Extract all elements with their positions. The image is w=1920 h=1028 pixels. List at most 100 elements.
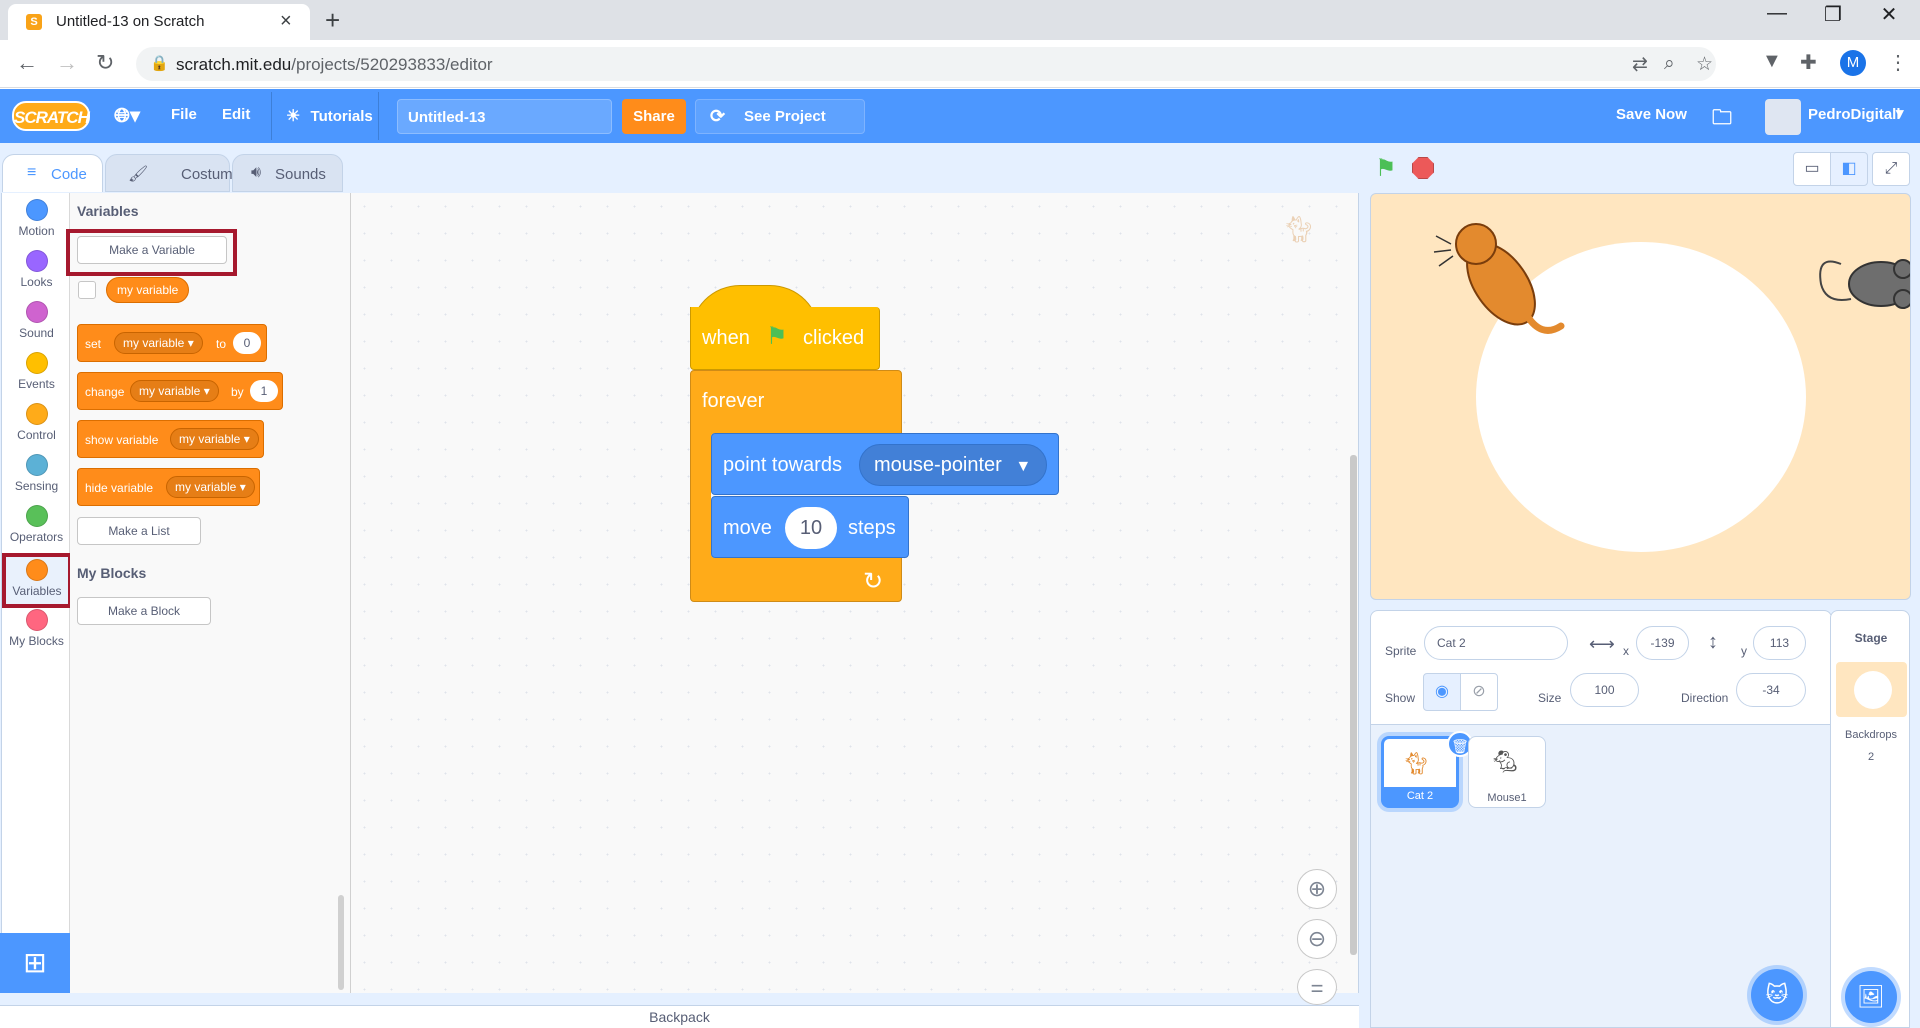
when-flag-clicked-hat-block[interactable]: when ⚑ clicked bbox=[690, 285, 880, 375]
set-variable-block[interactable]: set my variable ▾ to 0 bbox=[77, 324, 267, 362]
restore-window-icon[interactable]: ❐ bbox=[1810, 2, 1856, 27]
project-title-input[interactable]: Untitled-13 bbox=[397, 99, 612, 134]
address-bar[interactable]: 🔒 scratch.mit.edu/projects/520293833/edi… bbox=[136, 47, 1716, 81]
tab-code[interactable]: ≡ Code bbox=[2, 154, 103, 192]
menu-file[interactable]: File bbox=[171, 106, 197, 123]
looks-dot-icon bbox=[25, 250, 48, 272]
backdrops-count: 2 bbox=[1867, 751, 1875, 763]
extension-icon[interactable]: ▼ bbox=[1762, 50, 1782, 73]
category-label: Control bbox=[17, 428, 56, 442]
tab-sounds[interactable]: 🔊︎ Sounds bbox=[232, 154, 343, 192]
category-motion[interactable]: Motion bbox=[2, 193, 71, 245]
backpack-bar[interactable]: Backpack bbox=[0, 1005, 1359, 1028]
translate-icon[interactable]: ⇄ bbox=[1632, 53, 1648, 76]
clicked-label: clicked bbox=[803, 327, 865, 349]
show-variable-dropdown[interactable]: my variable ▾ bbox=[170, 428, 259, 450]
reload-icon[interactable]: ↻ bbox=[96, 50, 114, 76]
my-stuff-folder-icon[interactable]: 🗀 bbox=[1712, 103, 1732, 137]
move-steps-input[interactable]: 10 bbox=[785, 507, 837, 549]
category-control[interactable]: Control bbox=[2, 397, 71, 449]
size-label: Size bbox=[1538, 691, 1562, 705]
stop-icon[interactable] bbox=[1412, 157, 1434, 179]
language-globe-icon[interactable]: 🌐︎▾ bbox=[114, 103, 140, 128]
change-value-input[interactable]: 1 bbox=[250, 380, 278, 402]
minimize-window-icon[interactable]: — bbox=[1754, 2, 1800, 25]
add-extension-icon[interactable]: ⊞ bbox=[0, 933, 70, 993]
point-towards-block[interactable]: point towards mouse-pointer ▼ bbox=[711, 433, 1059, 495]
normal-stage-icon[interactable]: ◧ bbox=[1830, 152, 1868, 186]
show-variable-name: my variable bbox=[179, 432, 241, 446]
y-label: y bbox=[1741, 644, 1747, 658]
category-sensing[interactable]: Sensing bbox=[2, 448, 71, 500]
move-steps-block[interactable]: move 10 steps bbox=[711, 496, 909, 558]
new-tab-icon[interactable]: + bbox=[325, 5, 340, 36]
palette-scrollbar[interactable] bbox=[338, 895, 344, 990]
menu-tutorials[interactable]: ☀ Tutorials bbox=[271, 92, 379, 140]
green-flag-run-icon[interactable]: ⚑ bbox=[1375, 154, 1397, 183]
sprite-thumb-cat-2[interactable]: 🐈︎ Cat 2 🗑︎ bbox=[1381, 731, 1473, 808]
sensing-dot-icon bbox=[25, 454, 48, 476]
user-avatar[interactable] bbox=[1765, 99, 1801, 135]
category-operators[interactable]: Operators bbox=[2, 499, 71, 551]
menu-edit[interactable]: Edit bbox=[222, 106, 250, 123]
show-sprite-eye-icon[interactable]: ◉ bbox=[1423, 673, 1461, 711]
make-list-button[interactable]: Make a List bbox=[77, 517, 201, 545]
sprite-thumb-mouse1[interactable]: 🐁︎ Mouse1 bbox=[1468, 736, 1546, 808]
category-sound[interactable]: Sound bbox=[2, 295, 71, 347]
set-keyword: set bbox=[85, 337, 102, 351]
workspace-scrollbar[interactable] bbox=[1350, 455, 1357, 955]
set-variable-name: my variable bbox=[123, 336, 185, 350]
zoom-reset-icon[interactable]: = bbox=[1297, 969, 1337, 1005]
set-value-input[interactable]: 0 bbox=[233, 332, 261, 354]
small-stage-icon[interactable]: ▭ bbox=[1793, 152, 1831, 186]
browser-menu-icon[interactable]: ⋮ bbox=[1888, 50, 1908, 75]
user-menu-chevron-down-icon[interactable]: ▾ bbox=[1896, 104, 1904, 122]
point-towards-target: mouse-pointer bbox=[874, 454, 1002, 476]
username[interactable]: PedroDigitall bbox=[1808, 106, 1901, 123]
my-variable-checkbox[interactable] bbox=[78, 281, 96, 299]
category-my-blocks[interactable]: My Blocks bbox=[2, 603, 71, 655]
stage-selector-panel[interactable]: Stage Backdrops 2 🖼︎ bbox=[1830, 610, 1910, 1028]
stage-canvas[interactable] bbox=[1370, 193, 1911, 600]
browser-tab[interactable]: S Untitled-13 on Scratch × bbox=[8, 4, 310, 40]
hide-variable-dropdown[interactable]: my variable ▾ bbox=[166, 476, 255, 498]
zoom-in-icon[interactable]: ⊕ bbox=[1297, 869, 1337, 909]
extensions-puzzle-icon[interactable]: ✚ bbox=[1800, 50, 1817, 75]
zoom-out-icon[interactable]: ⊖ bbox=[1297, 919, 1337, 959]
category-looks[interactable]: Looks bbox=[2, 244, 71, 296]
cat-sprite-icon[interactable] bbox=[1431, 214, 1571, 344]
x-position-input[interactable]: -139 bbox=[1636, 626, 1689, 660]
change-variable-block[interactable]: change my variable ▾ by 1 bbox=[77, 372, 283, 410]
choose-sprite-cat-plus-icon[interactable]: 🐱︎ bbox=[1751, 969, 1803, 1021]
sprite-name-input[interactable]: Cat 2 bbox=[1424, 626, 1568, 660]
zoom-icon[interactable]: ⌕ bbox=[1664, 53, 1675, 75]
y-position-input[interactable]: 113 bbox=[1753, 626, 1806, 660]
close-tab-icon[interactable]: × bbox=[280, 10, 292, 33]
mouse-sprite-icon[interactable] bbox=[1811, 244, 1911, 314]
profile-avatar[interactable]: M bbox=[1840, 50, 1866, 76]
hide-sprite-eye-slash-icon[interactable]: ⊘ bbox=[1460, 673, 1498, 711]
point-towards-target-dropdown[interactable]: mouse-pointer ▼ bbox=[859, 444, 1047, 486]
close-window-icon[interactable]: ✕ bbox=[1866, 2, 1912, 27]
forward-icon[interactable]: → bbox=[56, 50, 78, 76]
hide-variable-block[interactable]: hide variable my variable ▾ bbox=[77, 468, 260, 506]
category-variables[interactable]: Variables bbox=[2, 553, 72, 608]
my-variable-reporter[interactable]: my variable bbox=[106, 277, 190, 303]
back-icon[interactable]: ← bbox=[16, 50, 38, 76]
direction-input[interactable]: -34 bbox=[1736, 673, 1806, 707]
bookmark-star-icon[interactable]: ☆ bbox=[1696, 53, 1713, 76]
save-now-button[interactable]: Save Now bbox=[1616, 106, 1687, 123]
share-button[interactable]: Share bbox=[622, 99, 686, 134]
tab-costumes[interactable]: 🖌︎ Costumes bbox=[105, 154, 249, 192]
fullscreen-icon[interactable]: ⤢ bbox=[1872, 152, 1910, 186]
category-events[interactable]: Events bbox=[2, 346, 71, 398]
make-block-button[interactable]: Make a Block bbox=[77, 597, 211, 625]
scratch-logo[interactable]: SCRATCH bbox=[12, 101, 90, 131]
change-variable-dropdown[interactable]: my variable ▾ bbox=[130, 380, 219, 402]
see-project-page-button[interactable]: ⟳ See Project Page bbox=[695, 99, 865, 158]
size-input[interactable]: 100 bbox=[1570, 673, 1639, 707]
set-variable-dropdown[interactable]: my variable ▾ bbox=[114, 332, 203, 354]
show-variable-block[interactable]: show variable my variable ▾ bbox=[77, 420, 264, 458]
choose-backdrop-image-plus-icon[interactable]: 🖼︎ bbox=[1845, 971, 1897, 1023]
make-variable-button[interactable]: Make a Variable bbox=[77, 236, 227, 264]
